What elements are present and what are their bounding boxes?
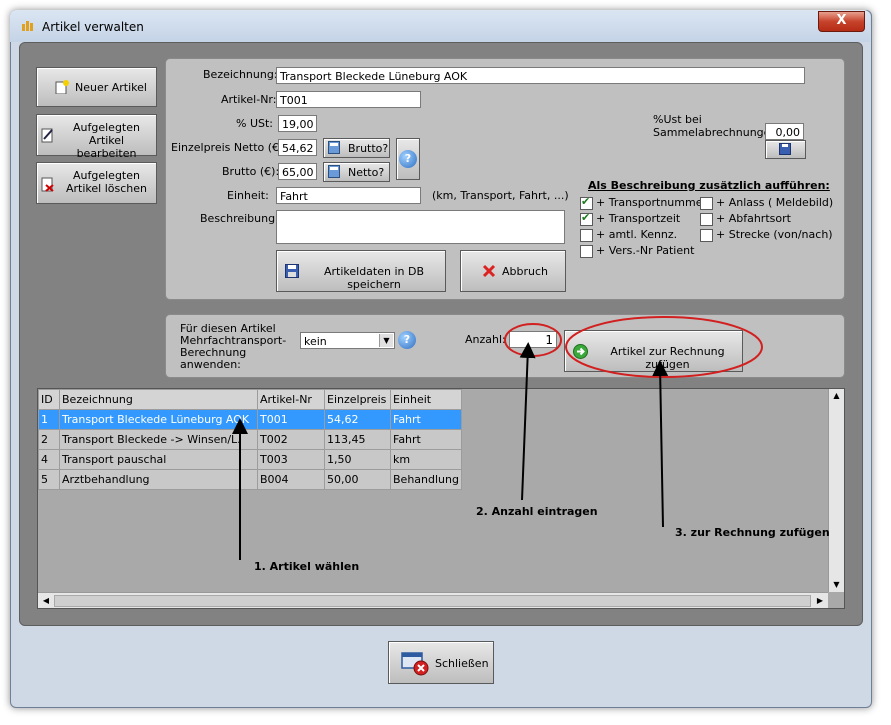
annotation-overlay bbox=[232, 316, 763, 560]
close-dialog-label: Schließen bbox=[435, 657, 489, 670]
step3-arrow bbox=[652, 360, 669, 528]
step3-annotation: 3. zur Rechnung zufügen bbox=[675, 526, 830, 539]
close-dialog-button[interactable]: Schließen bbox=[388, 641, 494, 684]
add-button-highlight-circle bbox=[565, 316, 763, 378]
step2-annotation: 2. Anzahl eintragen bbox=[476, 505, 598, 518]
close-window-icon bbox=[401, 652, 429, 679]
anzahl-highlight-circle bbox=[504, 323, 562, 357]
step2-arrow bbox=[519, 342, 536, 501]
step1-annotation: 1. Artikel wählen bbox=[254, 560, 360, 573]
